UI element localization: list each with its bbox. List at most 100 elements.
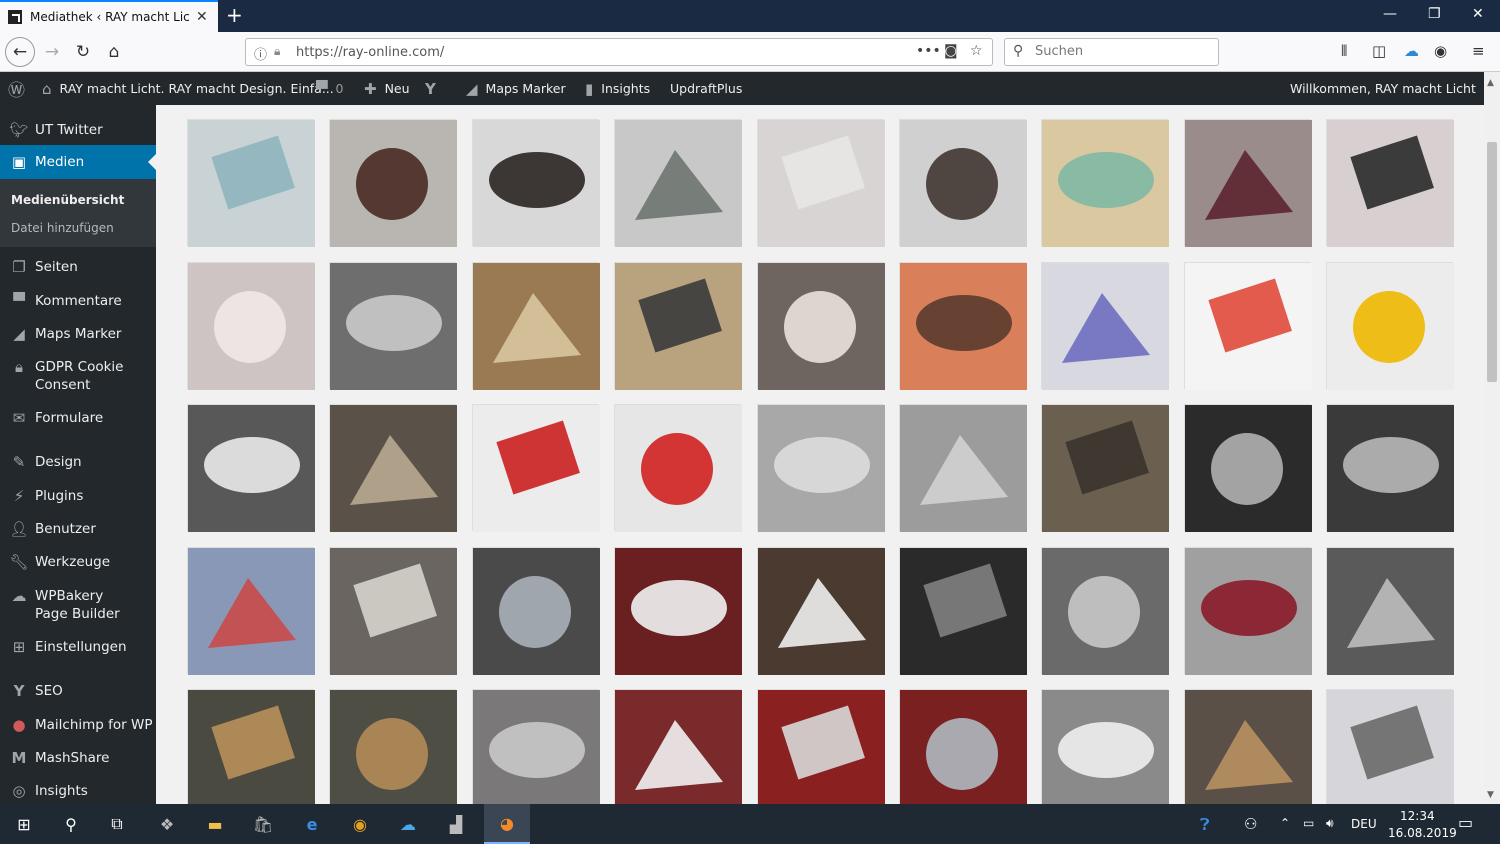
close-tab-icon[interactable]: ✕	[196, 9, 208, 25]
media-thumbnail[interactable]	[1041, 547, 1169, 675]
updraftplus-link[interactable]: UpdraftPlus	[670, 72, 742, 105]
help-icon[interactable]: ❓︎	[1200, 815, 1210, 835]
search-input[interactable]	[1035, 44, 1205, 59]
clock-date[interactable]: 16.08.2019	[1388, 826, 1457, 840]
onedrive-icon[interactable]: ☁	[1404, 42, 1419, 60]
media-thumbnail[interactable]	[187, 262, 315, 390]
media-thumbnail[interactable]	[757, 547, 885, 675]
media-thumbnail[interactable]	[1326, 119, 1454, 247]
sidebar-item-kommentare[interactable]: ▀ Kommentare	[0, 292, 156, 310]
media-thumbnail[interactable]	[1326, 547, 1454, 675]
menu-icon[interactable]: ≡	[1472, 42, 1485, 60]
lock-icon[interactable]: 🔒︎	[274, 44, 280, 59]
sidebar-item-maps-marker[interactable]: ◢ Maps Marker	[0, 325, 156, 343]
language-indicator[interactable]: DEU	[1351, 817, 1377, 831]
scrollbar-thumb[interactable]	[1487, 142, 1497, 382]
yoast-seo-link[interactable]: Y	[425, 72, 444, 105]
media-thumbnail[interactable]	[1184, 547, 1312, 675]
back-button[interactable]: ←	[5, 37, 35, 67]
firefox-icon[interactable]: ◕	[484, 804, 530, 844]
media-thumbnail[interactable]	[614, 547, 742, 675]
media-thumbnail[interactable]	[472, 119, 600, 247]
notifications-icon[interactable]: ▭	[1458, 813, 1473, 832]
media-thumbnail[interactable]	[1326, 689, 1454, 804]
media-thumbnail[interactable]	[899, 689, 1027, 804]
info-icon[interactable]: ⓘ	[254, 44, 267, 63]
edge-icon[interactable]: e	[298, 812, 326, 836]
onedrive-icon[interactable]: ☁	[394, 812, 422, 836]
media-thumbnail[interactable]	[899, 404, 1027, 532]
submenu-item-add-file[interactable]: Datei hinzufügen	[11, 221, 114, 235]
chrome-icon[interactable]: ◉	[346, 812, 374, 836]
media-thumbnail[interactable]	[1326, 404, 1454, 532]
media-thumbnail[interactable]	[757, 689, 885, 804]
new-tab-button[interactable]: +	[226, 4, 243, 26]
start-button[interactable]: ⊞	[10, 812, 38, 836]
sidebar-item-plugins[interactable]: ⚡ Plugins	[0, 487, 156, 505]
insights-link[interactable]: ▮ Insights	[585, 72, 650, 105]
battery-icon[interactable]: ▭	[1303, 816, 1314, 830]
media-thumbnail[interactable]	[1041, 262, 1169, 390]
media-thumbnail[interactable]	[1326, 262, 1454, 390]
sidebar-item-design[interactable]: ✎ Design	[0, 453, 156, 471]
home-button[interactable]: ⌂	[102, 40, 126, 64]
search-icon[interactable]: ⚲	[57, 812, 85, 836]
media-thumbnail[interactable]	[1041, 119, 1169, 247]
my-account-link[interactable]: Willkommen, RAY macht Licht	[1290, 72, 1500, 105]
sidebar-item-insights[interactable]: ◎ Insights	[0, 782, 156, 800]
media-thumbnail[interactable]	[187, 547, 315, 675]
sidebar-item-gdpr-cookie-consent[interactable]: 🔒︎ GDPR Cookie Consent	[0, 358, 156, 394]
media-thumbnail[interactable]	[1184, 689, 1312, 804]
scroll-down-icon[interactable]: ▼	[1487, 790, 1494, 800]
media-thumbnail[interactable]	[1184, 262, 1312, 390]
new-content-link[interactable]: ✚ Neu	[364, 72, 410, 105]
volume-icon[interactable]: 🔊︎	[1326, 816, 1334, 831]
reload-button[interactable]: ↻	[71, 40, 95, 64]
pocket-icon[interactable]: ◙	[944, 43, 958, 59]
bookmark-star-icon[interactable]: ☆	[970, 43, 983, 59]
sidebar-item-seo[interactable]: Y SEO	[0, 682, 156, 700]
media-thumbnail[interactable]	[472, 404, 600, 532]
minimize-icon[interactable]: —	[1383, 6, 1397, 22]
site-name-link[interactable]: ⌂ RAY macht Licht. RAY macht Design. Einf…	[42, 72, 334, 105]
task-view-icon[interactable]: ⧉	[103, 812, 131, 836]
media-thumbnail[interactable]	[1041, 404, 1169, 532]
media-thumbnail[interactable]	[899, 547, 1027, 675]
media-thumbnail[interactable]	[614, 689, 742, 804]
restore-icon[interactable]: ❐	[1428, 6, 1441, 22]
app-icon[interactable]: ▟	[442, 812, 470, 836]
sidebar-item-seiten[interactable]: ❐ Seiten	[0, 258, 156, 276]
sidebar-item-medien[interactable]: ▣ Medien	[0, 145, 156, 179]
url-bar[interactable]: ⓘ 🔒︎ https://ray-online.com/ ••• ◙ ☆	[245, 38, 993, 66]
page-actions-icon[interactable]: •••	[916, 43, 941, 59]
media-thumbnail[interactable]	[757, 404, 885, 532]
media-thumbnail[interactable]	[472, 262, 600, 390]
media-thumbnail[interactable]	[614, 119, 742, 247]
media-thumbnail[interactable]	[187, 689, 315, 804]
media-thumbnail[interactable]	[614, 404, 742, 532]
people-icon[interactable]: ⚇	[1244, 815, 1257, 833]
close-window-icon[interactable]: ✕	[1472, 6, 1484, 22]
media-thumbnail[interactable]	[1184, 119, 1312, 247]
sidebar-icon[interactable]: ◫	[1372, 42, 1386, 60]
media-thumbnail[interactable]	[472, 689, 600, 804]
sidebar-item-wpbakery[interactable]: ☁ WPBakery Page Builder	[0, 587, 156, 623]
sidebar-item-formulare[interactable]: ✉ Formulare	[0, 409, 156, 427]
url-text[interactable]: https://ray-online.com/	[296, 45, 444, 60]
store-icon[interactable]: 🛍︎	[249, 812, 277, 836]
forward-button[interactable]: →	[40, 40, 64, 64]
sidebar-item-mashshare[interactable]: M MashShare	[0, 749, 156, 767]
media-thumbnail[interactable]	[899, 262, 1027, 390]
page-scrollbar[interactable]: ▲ ▼	[1484, 72, 1500, 804]
media-thumbnail[interactable]	[329, 262, 457, 390]
search-bar[interactable]: ⚲	[1004, 38, 1219, 66]
media-thumbnail[interactable]	[757, 119, 885, 247]
submenu-item-overview[interactable]: Medienübersicht	[11, 193, 124, 207]
media-thumbnail[interactable]	[1041, 689, 1169, 804]
media-thumbnail[interactable]	[187, 404, 315, 532]
comments-link[interactable]: ▀ 0	[316, 72, 344, 105]
library-icon[interactable]: ⫴	[1341, 42, 1347, 60]
tray-expand-icon[interactable]: ⌃	[1280, 816, 1290, 830]
scroll-up-icon[interactable]: ▲	[1487, 78, 1494, 88]
sidebar-item-einstellungen[interactable]: ⊞ Einstellungen	[0, 638, 156, 656]
